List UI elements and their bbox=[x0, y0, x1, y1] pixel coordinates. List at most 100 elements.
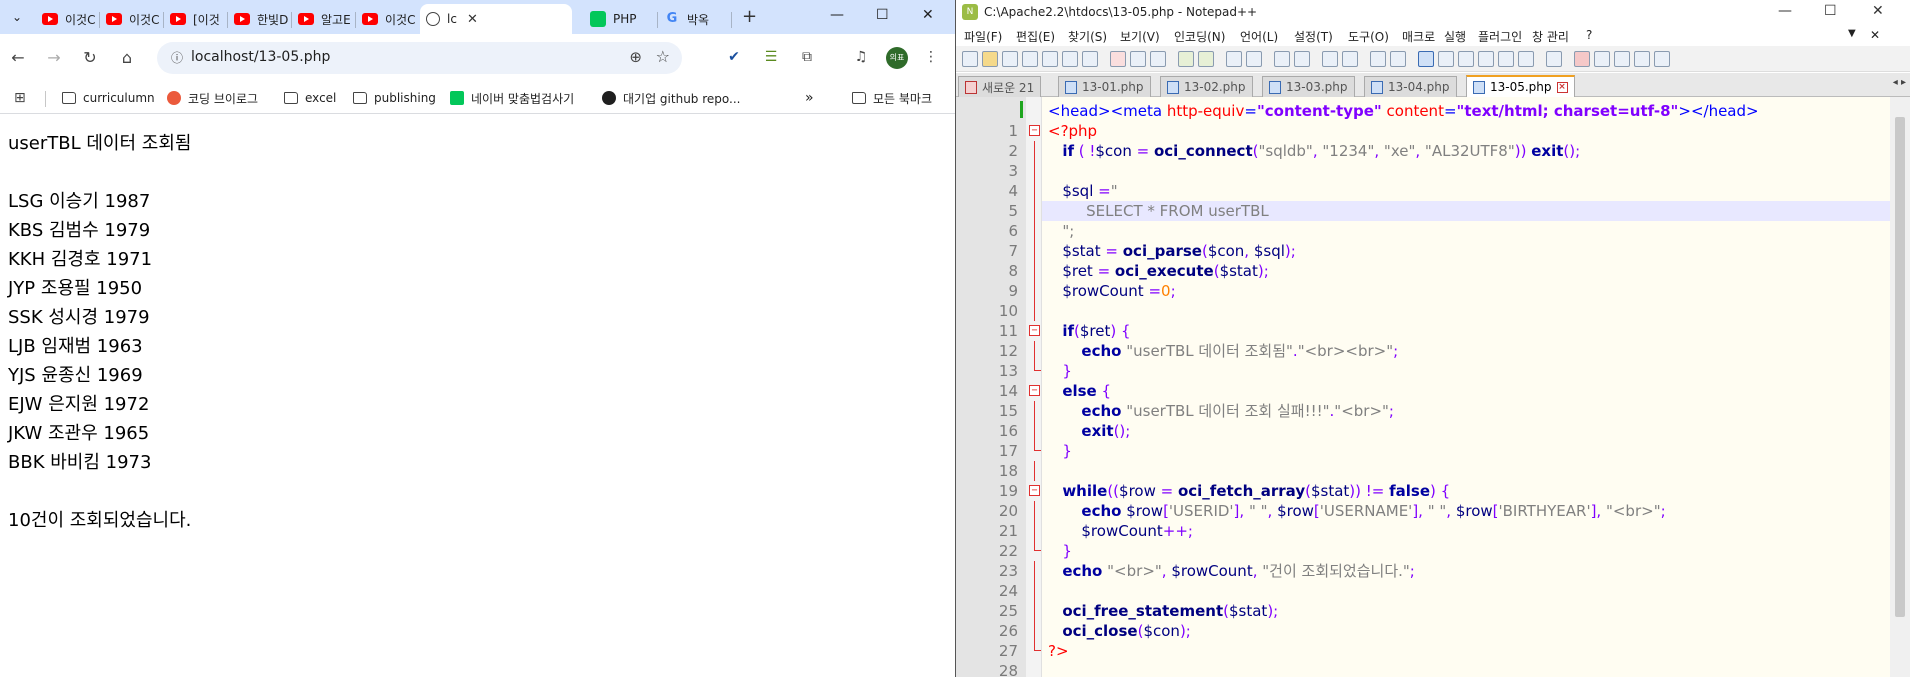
find-icon[interactable] bbox=[1226, 51, 1242, 67]
menu-window[interactable]: 창 관리 bbox=[1532, 28, 1569, 45]
browser-tab[interactable]: [이것 bbox=[164, 4, 228, 34]
copy-icon[interactable] bbox=[1130, 51, 1146, 67]
address-bar[interactable]: ⓘ localhost/13-05.php ⊕ ☆ bbox=[157, 42, 682, 74]
bookmark-item[interactable]: 대기업 github repo... bbox=[602, 88, 740, 108]
menu-search[interactable]: 찾기(S) bbox=[1068, 28, 1107, 45]
close-all-icon[interactable] bbox=[1062, 51, 1078, 67]
fold-toggle-icon[interactable]: − bbox=[1029, 325, 1040, 336]
url-text[interactable]: localhost/13-05.php bbox=[191, 49, 330, 65]
maximize-icon[interactable]: ☐ bbox=[1824, 3, 1837, 19]
file-tab[interactable]: 13-03.php bbox=[1262, 76, 1355, 97]
code-editor[interactable]: 1 <head><meta http-equiv="content-type" … bbox=[956, 97, 1910, 677]
sync-vertical-icon[interactable] bbox=[1322, 51, 1338, 67]
vertical-scrollbar[interactable] bbox=[1890, 97, 1910, 677]
function-list-icon[interactable] bbox=[1478, 51, 1494, 67]
profile-avatar[interactable]: 의표 bbox=[886, 47, 908, 69]
save-macro-icon[interactable] bbox=[1654, 51, 1670, 67]
bookmark-item[interactable]: curriculumn bbox=[62, 88, 155, 108]
scrollbar-thumb[interactable] bbox=[1895, 117, 1905, 617]
bookmark-item[interactable]: publishing bbox=[353, 88, 436, 108]
stop-macro-icon[interactable] bbox=[1594, 51, 1610, 67]
bookmark-item[interactable]: 코딩 브이로그 bbox=[167, 88, 258, 108]
browser-tab[interactable]: PHP bbox=[584, 4, 658, 34]
dropdown-arrow-icon[interactable]: ▼ bbox=[1848, 28, 1856, 39]
eye-icon[interactable] bbox=[1546, 51, 1562, 67]
run-macro-multiple-icon[interactable] bbox=[1634, 51, 1650, 67]
extension-check-icon[interactable]: ✔ bbox=[723, 46, 745, 68]
file-tab[interactable]: 13-02.php bbox=[1160, 76, 1253, 97]
media-control-icon[interactable]: ♫ bbox=[850, 46, 872, 68]
menu-macro[interactable]: 매크로 bbox=[1402, 28, 1435, 45]
browser-tab[interactable]: 이것C bbox=[356, 4, 420, 34]
undo-icon[interactable] bbox=[1178, 51, 1194, 67]
maximize-icon[interactable]: ☐ bbox=[876, 6, 889, 24]
menu-encoding[interactable]: 인코딩(N) bbox=[1174, 28, 1225, 45]
menu-settings[interactable]: 설정(T) bbox=[1294, 28, 1333, 45]
more-menu-icon[interactable]: ⋮ bbox=[920, 46, 942, 68]
close-doc-icon[interactable]: ✕ bbox=[1870, 28, 1880, 42]
udl-icon[interactable] bbox=[1438, 51, 1454, 67]
replace-icon[interactable] bbox=[1246, 51, 1262, 67]
all-bookmarks[interactable]: 모든 북마크 bbox=[852, 88, 932, 108]
close-tab-icon[interactable]: × bbox=[1556, 81, 1568, 93]
fold-toggle-icon[interactable]: − bbox=[1029, 485, 1040, 496]
zoom-icon[interactable]: ⊕ bbox=[629, 48, 642, 66]
minimize-icon[interactable]: — bbox=[830, 6, 844, 24]
doc-map-icon[interactable] bbox=[1458, 51, 1474, 67]
monitoring-icon[interactable] bbox=[1518, 51, 1534, 67]
bookmark-item[interactable]: excel bbox=[284, 88, 336, 108]
reload-icon[interactable]: ↻ bbox=[79, 47, 101, 69]
fold-toggle-icon[interactable]: − bbox=[1029, 385, 1040, 396]
tab-search-chevron-icon[interactable]: ⌄ bbox=[6, 6, 28, 28]
browser-tab[interactable]: 이것C bbox=[100, 4, 164, 34]
menu-tools[interactable]: 도구(O) bbox=[1348, 28, 1389, 45]
browser-tab[interactable]: 알고E bbox=[292, 4, 356, 34]
minimize-icon[interactable]: — bbox=[1778, 3, 1792, 19]
save-all-icon[interactable] bbox=[1022, 51, 1038, 67]
menu-help[interactable]: ? bbox=[1586, 28, 1592, 42]
close-window-icon[interactable]: ✕ bbox=[1872, 3, 1884, 19]
zoom-in-icon[interactable] bbox=[1274, 51, 1290, 67]
extensions-puzzle-icon[interactable]: ⧉ bbox=[796, 46, 818, 68]
sync-horizontal-icon[interactable] bbox=[1342, 51, 1358, 67]
save-icon[interactable] bbox=[1002, 51, 1018, 67]
print-icon[interactable] bbox=[1082, 51, 1098, 67]
tab-scroll-arrows-icon[interactable]: ◂ ▸ bbox=[1893, 77, 1906, 88]
new-tab-plus-icon[interactable]: + bbox=[742, 6, 757, 28]
zoom-out-icon[interactable] bbox=[1294, 51, 1310, 67]
more-bookmarks-chevron-icon[interactable]: » bbox=[805, 88, 814, 108]
new-file-icon[interactable] bbox=[962, 51, 978, 67]
open-file-icon[interactable] bbox=[982, 51, 998, 67]
close-file-icon[interactable] bbox=[1042, 51, 1058, 67]
menu-run[interactable]: 실행 bbox=[1444, 28, 1466, 45]
close-window-icon[interactable]: ✕ bbox=[922, 6, 934, 24]
record-macro-icon[interactable] bbox=[1574, 51, 1590, 67]
file-tab[interactable]: 13-04.php bbox=[1364, 76, 1457, 97]
menu-view[interactable]: 보기(V) bbox=[1120, 28, 1160, 45]
browser-tab[interactable]: G 박옥 bbox=[658, 4, 732, 34]
file-tab-active[interactable]: 13-05.php × bbox=[1466, 75, 1575, 97]
home-icon[interactable]: ⌂ bbox=[116, 47, 138, 69]
indent-guide-icon[interactable] bbox=[1418, 51, 1434, 67]
redo-icon[interactable] bbox=[1198, 51, 1214, 67]
menu-plugins[interactable]: 플러그인 bbox=[1478, 28, 1522, 45]
bookmark-item[interactable]: 네이버 맞춤법검사기 bbox=[450, 88, 574, 108]
fold-toggle-icon[interactable]: − bbox=[1029, 125, 1040, 136]
menu-edit[interactable]: 편집(E) bbox=[1016, 28, 1055, 45]
play-macro-icon[interactable] bbox=[1614, 51, 1630, 67]
file-tab[interactable]: 새로운 21 bbox=[958, 76, 1042, 97]
folder-workspace-icon[interactable] bbox=[1498, 51, 1514, 67]
menu-language[interactable]: 언어(L) bbox=[1240, 28, 1278, 45]
paste-icon[interactable] bbox=[1150, 51, 1166, 67]
back-arrow-icon[interactable]: ← bbox=[7, 47, 29, 69]
menu-file[interactable]: 파일(F) bbox=[964, 28, 1002, 45]
extension-ladder-icon[interactable]: ☰ bbox=[760, 46, 782, 68]
forward-arrow-icon[interactable]: → bbox=[43, 47, 65, 69]
word-wrap-icon[interactable] bbox=[1370, 51, 1386, 67]
apps-grid-icon[interactable]: ⊞ bbox=[14, 88, 26, 108]
close-tab-icon[interactable]: ✕ bbox=[467, 12, 478, 27]
site-info-icon[interactable]: ⓘ bbox=[169, 50, 185, 66]
bookmark-star-icon[interactable]: ☆ bbox=[656, 47, 670, 66]
show-all-chars-icon[interactable] bbox=[1390, 51, 1406, 67]
cut-icon[interactable] bbox=[1110, 51, 1126, 67]
